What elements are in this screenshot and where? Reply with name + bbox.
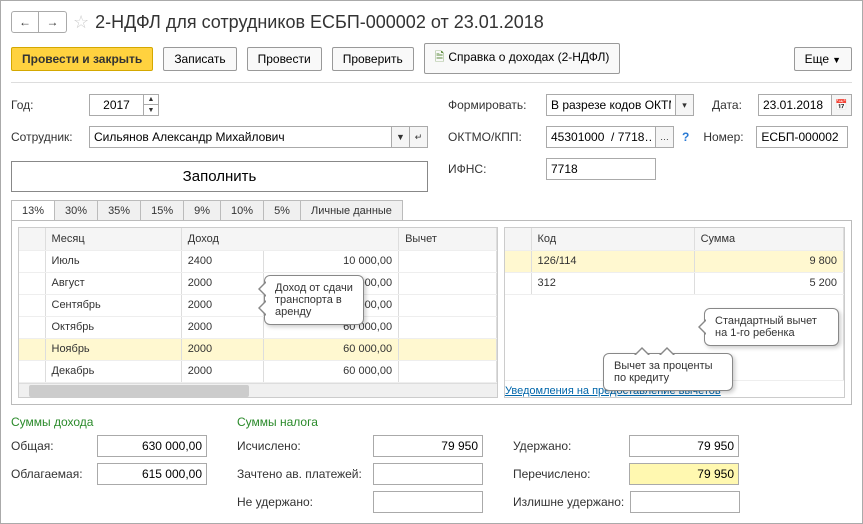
table-row[interactable]: Октябрь200060 000,00 bbox=[19, 316, 497, 338]
save-button[interactable]: Записать bbox=[163, 47, 236, 71]
calendar-icon[interactable]: 📅 bbox=[832, 94, 852, 116]
date-label: Дата: bbox=[712, 98, 750, 112]
tab-10[interactable]: 10% bbox=[220, 200, 264, 220]
fill-button[interactable]: Заполнить bbox=[11, 161, 428, 192]
forward-button[interactable]: → bbox=[39, 11, 67, 33]
tab-5[interactable]: 5% bbox=[263, 200, 301, 220]
report-button[interactable]: 🗎Справка о доходах (2-НДФЛ) bbox=[424, 43, 621, 74]
deduct-grid[interactable]: Код Сумма 126/1149 8003125 200 Уведомлен… bbox=[504, 227, 845, 398]
table-row[interactable]: 126/1149 800 bbox=[505, 250, 844, 272]
document-icon: 🗎 bbox=[435, 50, 445, 64]
date-input[interactable] bbox=[758, 94, 832, 116]
year-down[interactable]: ▼ bbox=[144, 105, 158, 115]
favorite-icon[interactable]: ☆ bbox=[73, 12, 89, 33]
callout-credit: Вычет за проценты по кредиту bbox=[603, 353, 733, 391]
more-button[interactable]: Еще▼ bbox=[794, 47, 852, 71]
withheld-input[interactable] bbox=[629, 435, 739, 457]
table-row[interactable]: 3125 200 bbox=[505, 272, 844, 294]
income-grid[interactable]: Месяц Доход Вычет Июль240010 000,00Авгус… bbox=[18, 227, 498, 398]
format-input[interactable] bbox=[546, 94, 676, 116]
tab-13[interactable]: 13% bbox=[11, 200, 55, 220]
tab-personal[interactable]: Личные данные bbox=[300, 200, 403, 220]
calc-input[interactable] bbox=[373, 435, 483, 457]
format-label: Формировать: bbox=[448, 98, 538, 112]
not-withheld-input[interactable] bbox=[373, 491, 483, 513]
over-withheld-input[interactable] bbox=[630, 491, 740, 513]
help-icon[interactable]: ? bbox=[682, 130, 689, 144]
tab-15[interactable]: 15% bbox=[140, 200, 184, 220]
year-input[interactable] bbox=[89, 94, 144, 116]
year-up[interactable]: ▲ bbox=[144, 95, 158, 105]
employee-label: Сотрудник: bbox=[11, 130, 81, 144]
ifns-label: ИФНС: bbox=[448, 162, 538, 176]
back-button[interactable]: ← bbox=[11, 11, 39, 33]
tab-9[interactable]: 9% bbox=[183, 200, 221, 220]
callout-rent: Доход от сдачи транспорта в аренду bbox=[264, 275, 364, 325]
rate-tabs: 13% 30% 35% 15% 9% 10% 5% Личные данные bbox=[11, 200, 852, 220]
format-dropdown-button[interactable]: ▾ bbox=[676, 94, 694, 116]
oktmo-more-button[interactable]: … bbox=[656, 126, 674, 148]
tab-30[interactable]: 30% bbox=[54, 200, 98, 220]
tab-35[interactable]: 35% bbox=[97, 200, 141, 220]
submit-close-button[interactable]: Провести и закрыть bbox=[11, 47, 153, 71]
taxable-input[interactable] bbox=[97, 463, 207, 485]
oktmo-label: ОКТМО/КПП: bbox=[448, 130, 538, 144]
table-row[interactable]: Декабрь200060 000,00 bbox=[19, 360, 497, 382]
table-row[interactable]: Июль240010 000,00 bbox=[19, 250, 497, 272]
submit-button[interactable]: Провести bbox=[247, 47, 322, 71]
income-totals-header: Суммы дохода bbox=[11, 415, 207, 429]
page-title: 2-НДФЛ для сотрудников ЕСБП-000002 от 23… bbox=[95, 12, 544, 33]
total-input[interactable] bbox=[97, 435, 207, 457]
ifns-input[interactable] bbox=[546, 158, 656, 180]
number-label: Номер: bbox=[703, 130, 748, 144]
tax-totals-header: Суммы налога bbox=[237, 415, 483, 429]
oktmo-input[interactable] bbox=[546, 126, 656, 148]
employee-dropdown-button[interactable]: ▼ bbox=[392, 126, 410, 148]
employee-open-button[interactable]: ↵ bbox=[410, 126, 428, 148]
employee-input[interactable] bbox=[89, 126, 392, 148]
number-input[interactable] bbox=[756, 126, 848, 148]
check-button[interactable]: Проверить bbox=[332, 47, 414, 71]
credited-input[interactable] bbox=[373, 463, 483, 485]
year-label: Год: bbox=[11, 98, 81, 112]
callout-child: Стандартный вычет на 1-го ребенка bbox=[704, 308, 839, 346]
table-row[interactable]: Ноябрь200060 000,00 bbox=[19, 338, 497, 360]
transferred-input[interactable] bbox=[629, 463, 739, 485]
